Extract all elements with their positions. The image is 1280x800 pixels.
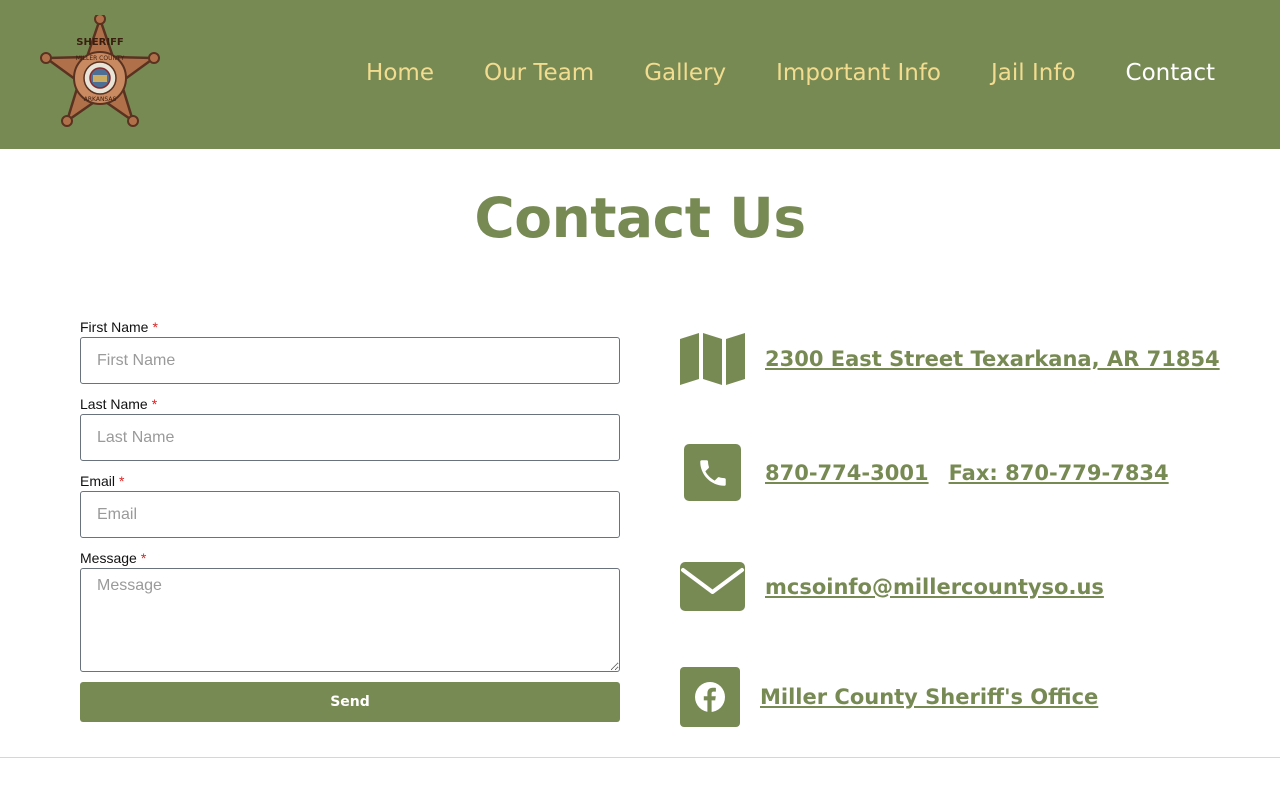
phone-row: 870-774-3001 Fax: 870-779-7834	[684, 444, 1169, 501]
site-header: SHERIFF MILLER COUNTY ARKANSAS Home Our …	[0, 0, 1280, 149]
page-title: Contact Us	[474, 186, 806, 250]
logo-county-text: MILLER COUNTY	[76, 55, 125, 62]
nav-contact[interactable]: Contact	[1126, 58, 1215, 88]
sheriff-badge-logo[interactable]: SHERIFF MILLER COUNTY ARKANSAS	[38, 13, 162, 135]
phone-link[interactable]: 870-774-3001	[765, 461, 929, 485]
nav-our-team[interactable]: Our Team	[484, 58, 594, 88]
required-marker: *	[152, 319, 158, 335]
nav-gallery[interactable]: Gallery	[644, 58, 726, 88]
facebook-icon[interactable]	[680, 667, 740, 727]
envelope-icon	[680, 562, 745, 611]
sheriff-star-icon: SHERIFF MILLER COUNTY ARKANSAS	[40, 13, 160, 127]
email-input[interactable]	[80, 491, 620, 538]
phone-icon	[684, 444, 741, 501]
address-link[interactable]: 2300 East Street Texarkana, AR 71854	[765, 347, 1220, 371]
contact-form: First Name* Last Name* Email* Message* S…	[80, 318, 620, 722]
footer-divider	[0, 757, 1280, 758]
address-row: 2300 East Street Texarkana, AR 71854	[680, 333, 1220, 385]
message-label: Message *	[80, 549, 620, 568]
last-name-input[interactable]	[80, 414, 620, 461]
required-marker: *	[119, 473, 125, 489]
first-name-label: First Name *	[80, 318, 620, 337]
email-row: mcsoinfo@millercountyso.us	[680, 562, 1104, 611]
required-marker: *	[151, 396, 158, 412]
email-label: Email *	[80, 472, 620, 491]
first-name-label-text: First Name	[80, 319, 149, 335]
email-link[interactable]: mcsoinfo@millercountyso.us	[765, 575, 1104, 599]
fax-link[interactable]: Fax: 870-779-7834	[949, 461, 1169, 485]
send-button[interactable]: Send	[80, 682, 620, 722]
facebook-row: Miller County Sheriff's Office	[680, 667, 1098, 727]
main-nav: Home Our Team Gallery Important Info Jai…	[366, 58, 1215, 88]
facebook-link[interactable]: Miller County Sheriff's Office	[760, 685, 1098, 709]
last-name-label-text: Last Name	[80, 396, 148, 412]
nav-jail-info[interactable]: Jail Info	[991, 58, 1076, 88]
first-name-input[interactable]	[80, 337, 620, 384]
nav-important-info[interactable]: Important Info	[776, 58, 941, 88]
required-marker: *	[140, 550, 147, 566]
message-textarea[interactable]	[80, 568, 620, 672]
map-icon	[680, 333, 745, 385]
logo-sheriff-text: SHERIFF	[76, 37, 124, 48]
logo-state-text: ARKANSAS	[84, 96, 117, 103]
last-name-label: Last Name *	[80, 395, 620, 414]
nav-home[interactable]: Home	[366, 58, 434, 88]
email-label-text: Email	[80, 473, 116, 489]
message-label-text: Message	[80, 550, 137, 566]
